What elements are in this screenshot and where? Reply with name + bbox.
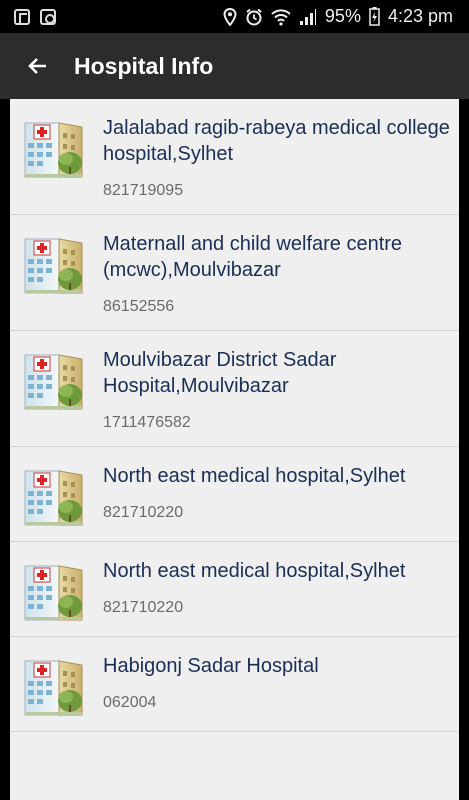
hospital-list-item[interactable]: Jalalabad ragib-rabeya medical college h… <box>10 99 459 215</box>
hospital-list-item[interactable]: North east medical hospital,Sylhet 82171… <box>10 542 459 637</box>
hospital-phone: 821710220 <box>103 504 184 521</box>
hospital-building-icon <box>24 470 83 526</box>
hospital-building-icon <box>24 354 83 410</box>
alarm-icon <box>246 8 262 25</box>
hospital-name: North east medical hospital,Sylhet <box>103 560 406 582</box>
hospital-phone: 062004 <box>103 694 157 711</box>
hospital-name: Moulvibazar District Sadar Hospital,Moul… <box>103 349 337 397</box>
hospital-name: Maternall and child welfare centre (mcwc… <box>103 233 403 281</box>
hospital-building-icon <box>24 238 83 294</box>
hospital-name: Habigonj Sadar Hospital <box>103 655 319 677</box>
back-button[interactable] <box>10 38 66 94</box>
app-bar: Hospital Info <box>0 33 469 99</box>
clock: 4:23 pm <box>387 6 453 26</box>
status-bar: 95% 4:23 pm <box>0 0 469 33</box>
hospital-list-item[interactable]: Moulvibazar District Sadar Hospital,Moul… <box>10 331 459 447</box>
hospital-building-icon <box>24 565 83 621</box>
page-title: Hospital Info <box>74 52 214 79</box>
hospital-building-icon <box>24 122 83 178</box>
signal-icon <box>299 8 316 25</box>
hospital-building-icon <box>24 660 83 716</box>
hospital-list[interactable]: Jalalabad ragib-rabeya medical college h… <box>10 99 459 800</box>
hospital-name: North east medical hospital,Sylhet <box>103 465 406 487</box>
battery-charging-icon <box>369 7 380 26</box>
hospital-phone: 86152556 <box>103 298 175 315</box>
hospital-list-item[interactable]: North east medical hospital,Sylhet 82171… <box>10 447 459 542</box>
hospital-name: Jalalabad ragib-rabeya medical college h… <box>103 117 450 165</box>
location-icon <box>223 7 237 26</box>
facebook-notification-icon <box>14 8 30 25</box>
instagram-notification-icon <box>40 8 56 25</box>
wifi-icon <box>271 8 291 26</box>
hospital-phone: 1711476582 <box>103 414 191 431</box>
hospital-phone: 821719095 <box>103 182 184 199</box>
hospital-list-item[interactable]: Habigonj Sadar Hospital 062004 <box>10 637 459 732</box>
hospital-list-item[interactable]: Maternall and child welfare centre (mcwc… <box>10 215 459 331</box>
hospital-phone: 821710220 <box>103 599 184 616</box>
arrow-back-icon <box>28 58 46 74</box>
battery-percent: 95% <box>324 6 361 26</box>
